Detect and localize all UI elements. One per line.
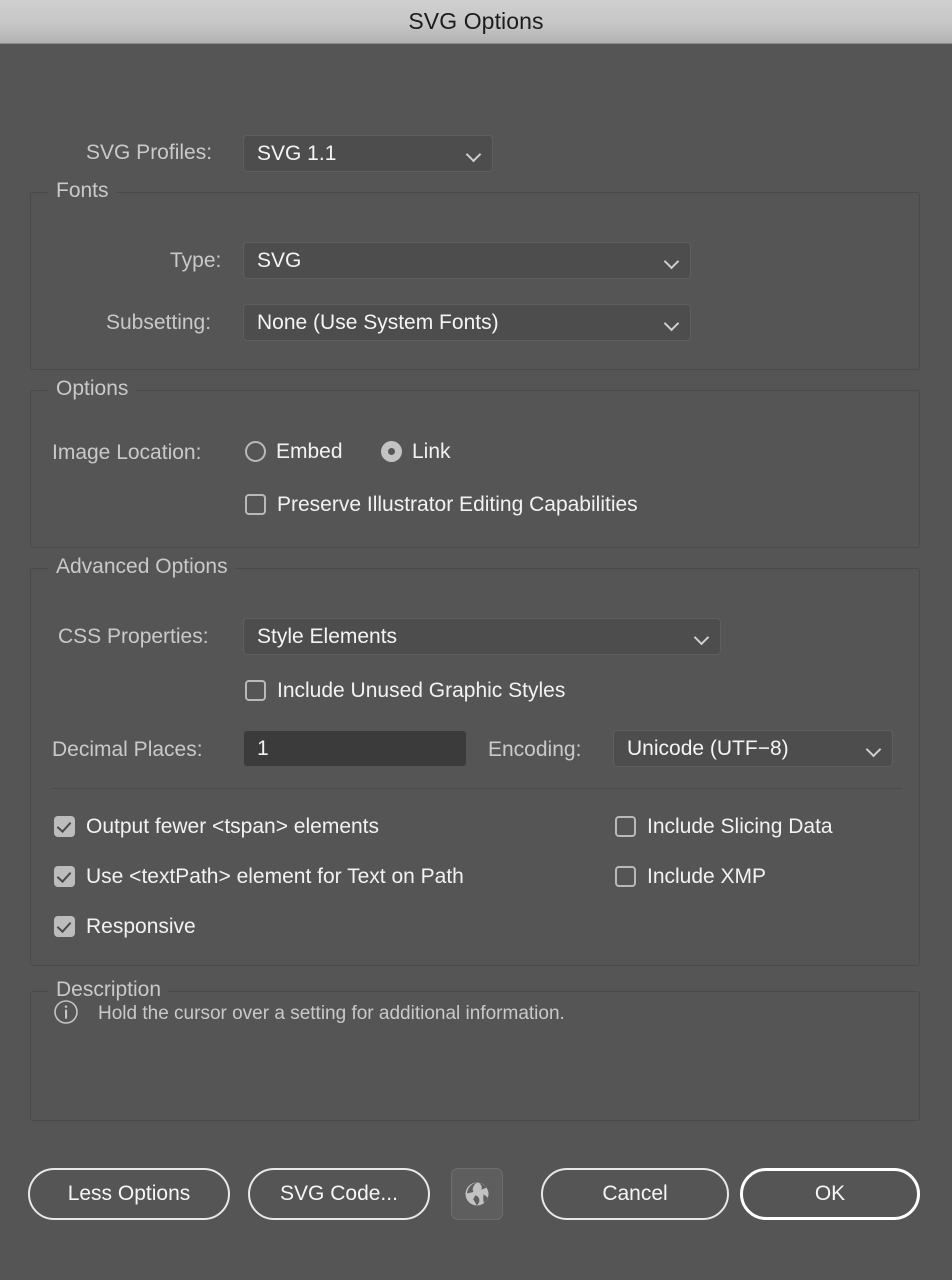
- less-options-button-label: Less Options: [67, 1182, 191, 1205]
- cancel-button-label: Cancel: [602, 1182, 668, 1205]
- decimal-places-label: Decimal Places:: [52, 738, 203, 761]
- checkbox-output-fewer-tspan-box[interactable]: [54, 816, 75, 837]
- chevron-down-icon: [466, 149, 482, 159]
- radio-link-label: Link: [412, 440, 451, 463]
- page-title: SVG Options: [408, 8, 544, 34]
- checkbox-include-slicing-data-label: Include Slicing Data: [647, 815, 833, 838]
- ok-button-label: OK: [814, 1182, 846, 1205]
- globe-icon: [465, 1182, 489, 1206]
- encoding-select[interactable]: Unicode (UTF−8): [613, 730, 893, 767]
- description-text: Hold the cursor over a setting for addit…: [98, 1003, 565, 1024]
- encoding-value: Unicode (UTF−8): [627, 736, 789, 760]
- less-options-button[interactable]: Less Options: [28, 1168, 230, 1220]
- checkbox-responsive-label: Responsive: [86, 915, 196, 938]
- subsetting-label-wrap: Subsetting:: [106, 312, 211, 333]
- decimal-places-label-wrap: Decimal Places:: [52, 739, 203, 760]
- subsetting-value: None (Use System Fonts): [257, 310, 499, 334]
- options-group: Options: [30, 378, 920, 548]
- cancel-button[interactable]: Cancel: [541, 1168, 729, 1220]
- description-group-title: Description: [49, 979, 169, 1000]
- checkbox-use-textpath-label: Use <textPath> element for Text on Path: [86, 865, 464, 888]
- description-text-wrap: Hold the cursor over a setting for addit…: [98, 1004, 565, 1023]
- info-icon: [53, 999, 79, 1025]
- fonts-group-title: Fonts: [49, 180, 116, 201]
- checkbox-include-slicing-data-box[interactable]: [615, 816, 636, 837]
- options-group-title: Options: [49, 378, 136, 399]
- checkbox-include-xmp-label: Include XMP: [647, 865, 767, 888]
- svg-code-button[interactable]: SVG Code...: [248, 1168, 430, 1220]
- css-properties-select[interactable]: Style Elements: [243, 618, 721, 655]
- chevron-down-icon: [664, 256, 680, 266]
- ok-button[interactable]: OK: [740, 1168, 920, 1220]
- font-type-value: SVG: [257, 248, 302, 272]
- checkbox-include-unused-graphic-styles[interactable]: Include Unused Graphic Styles: [245, 680, 565, 701]
- decimal-places-input[interactable]: 1: [243, 730, 467, 767]
- checkbox-use-textpath[interactable]: Use <textPath> element for Text on Path: [54, 866, 464, 887]
- font-type-select[interactable]: SVG: [243, 242, 691, 279]
- advanced-options-group-title: Advanced Options: [49, 556, 235, 577]
- checkbox-output-fewer-tspan-label: Output fewer <tspan> elements: [86, 815, 380, 838]
- title-bar: SVG Options: [0, 0, 952, 44]
- checkbox-include-xmp[interactable]: Include XMP: [615, 866, 766, 887]
- image-location-label: Image Location:: [52, 441, 202, 464]
- radio-embed[interactable]: Embed: [245, 441, 343, 462]
- checkbox-use-textpath-box[interactable]: [54, 866, 75, 887]
- encoding-label-wrap: Encoding:: [488, 739, 581, 760]
- checkbox-include-xmp-box[interactable]: [615, 866, 636, 887]
- checkbox-output-fewer-tspan[interactable]: Output fewer <tspan> elements: [54, 816, 379, 837]
- checkbox-include-unused-graphic-styles-label: Include Unused Graphic Styles: [277, 679, 566, 702]
- css-properties-value: Style Elements: [257, 624, 398, 648]
- svg-profiles-select[interactable]: SVG 1.1: [243, 135, 493, 172]
- svg-options-dialog: SVG Profiles: SVG 1.1 Fonts Type: SVG Su…: [0, 44, 952, 1280]
- chevron-down-icon: [664, 318, 680, 328]
- svg-code-button-label: SVG Code...: [280, 1182, 398, 1205]
- subsetting-label: Subsetting:: [106, 311, 212, 334]
- subsetting-select[interactable]: None (Use System Fonts): [243, 304, 691, 341]
- checkbox-preserve-illustrator-label: Preserve Illustrator Editing Capabilitie…: [277, 493, 638, 516]
- radio-embed-label: Embed: [276, 440, 343, 463]
- checkbox-include-slicing-data[interactable]: Include Slicing Data: [615, 816, 833, 837]
- fonts-group: Fonts: [30, 180, 920, 370]
- checkbox-include-unused-graphic-styles-box[interactable]: [245, 680, 266, 701]
- svg-profiles-label-wrap: SVG Profiles:: [86, 142, 212, 163]
- checkbox-responsive-box[interactable]: [54, 916, 75, 937]
- radio-link-indicator[interactable]: [381, 441, 402, 462]
- decimal-places-value: 1: [257, 736, 269, 760]
- chevron-down-icon: [866, 744, 882, 754]
- checkbox-responsive[interactable]: Responsive: [54, 916, 196, 937]
- font-type-label: Type:: [170, 249, 222, 272]
- preview-in-browser-button[interactable]: [451, 1168, 503, 1220]
- encoding-label: Encoding:: [488, 738, 582, 761]
- font-type-label-wrap: Type:: [170, 250, 221, 271]
- advanced-options-divider: [52, 788, 902, 789]
- radio-link[interactable]: Link: [381, 441, 451, 462]
- svg-profiles-value: SVG 1.1: [257, 141, 337, 165]
- svg-profiles-label: SVG Profiles:: [86, 141, 213, 164]
- checkbox-preserve-illustrator[interactable]: Preserve Illustrator Editing Capabilitie…: [245, 494, 638, 515]
- css-properties-label: CSS Properties:: [58, 625, 209, 648]
- css-properties-label-wrap: CSS Properties:: [58, 626, 209, 647]
- radio-embed-indicator[interactable]: [245, 441, 266, 462]
- checkbox-preserve-illustrator-box[interactable]: [245, 494, 266, 515]
- chevron-down-icon: [694, 632, 710, 642]
- image-location-label-wrap: Image Location:: [52, 442, 201, 463]
